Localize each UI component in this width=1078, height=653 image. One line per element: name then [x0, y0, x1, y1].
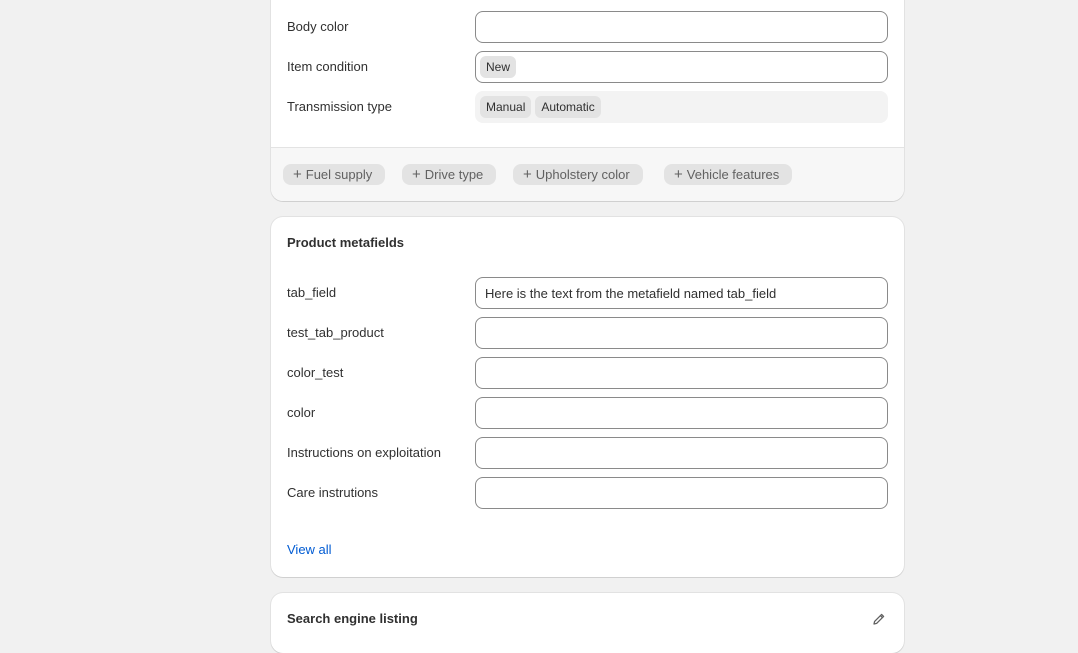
chip-label: Vehicle features: [686, 167, 780, 182]
metafield-label: tab_field: [287, 285, 337, 300]
add-fuel-supply-button[interactable]: + Fuel supply: [283, 164, 386, 185]
pencil-icon[interactable]: [872, 612, 886, 629]
metafield-row: Care instrutions: [287, 477, 888, 509]
card-title: Product metafields: [287, 235, 405, 250]
transmission-type-field[interactable]: Manual Automatic: [475, 91, 888, 123]
metafield-row: tab_field Here is the text from the meta…: [287, 277, 888, 309]
metafield-row: color: [287, 397, 888, 429]
tab-field-input[interactable]: Here is the text from the metafield name…: [475, 277, 888, 309]
search-engine-listing-card: Search engine listing: [271, 593, 904, 653]
plus-icon: +: [523, 166, 532, 183]
tag-automatic[interactable]: Automatic: [535, 96, 601, 118]
metafield-label: Instructions on exploitation: [287, 445, 441, 460]
attribute-label: Body color: [287, 19, 349, 34]
chip-label: Drive type: [424, 167, 484, 182]
color-test-input[interactable]: [475, 357, 888, 389]
plus-icon: +: [412, 166, 421, 183]
body-color-field[interactable]: [475, 11, 888, 43]
care-instrutions-input[interactable]: [475, 477, 888, 509]
metafield-row: test_tab_product: [287, 317, 888, 349]
metafield-label: color: [287, 405, 316, 420]
product-metafields-card: Product metafields tab_field Here is the…: [271, 217, 904, 577]
card-title: Search engine listing: [287, 611, 418, 626]
metafield-row: color_test: [287, 357, 888, 389]
test-tab-product-input[interactable]: [475, 317, 888, 349]
attribute-label: Item condition: [287, 59, 368, 74]
metafield-row: Instructions on exploitation: [287, 437, 888, 469]
add-upholstery-color-button[interactable]: + Upholstery color: [513, 164, 643, 185]
attribute-row-transmission-type: Transmission type Manual Automatic: [287, 91, 888, 123]
add-attribute-bar: + Fuel supply + Drive type + Upholstery col…: [271, 147, 904, 201]
attribute-label: Transmission type: [287, 99, 392, 114]
attribute-row-item-condition: Item condition New: [287, 51, 888, 83]
category-attributes-card: Body color Item condition New Transmissi…: [271, 0, 904, 201]
add-vehicle-features-button[interactable]: + Vehicle features: [664, 164, 793, 185]
instructions-on-exploitation-input[interactable]: [475, 437, 888, 469]
view-all-link[interactable]: View all: [287, 542, 332, 557]
metafield-label: Care instrutions: [287, 485, 379, 500]
add-drive-type-button[interactable]: + Drive type: [402, 164, 497, 185]
plus-icon: +: [293, 166, 302, 183]
metafield-label: color_test: [287, 365, 344, 380]
metafield-label: test_tab_product: [287, 325, 384, 340]
chip-label: Upholstery color: [535, 167, 630, 182]
attribute-row-body-color: Body color: [287, 11, 888, 43]
plus-icon: +: [674, 166, 683, 183]
chip-label: Fuel supply: [305, 167, 373, 182]
color-input[interactable]: [475, 397, 888, 429]
tag-new[interactable]: New: [480, 56, 517, 78]
tag-manual[interactable]: Manual: [480, 96, 532, 118]
item-condition-field[interactable]: New: [475, 51, 888, 83]
